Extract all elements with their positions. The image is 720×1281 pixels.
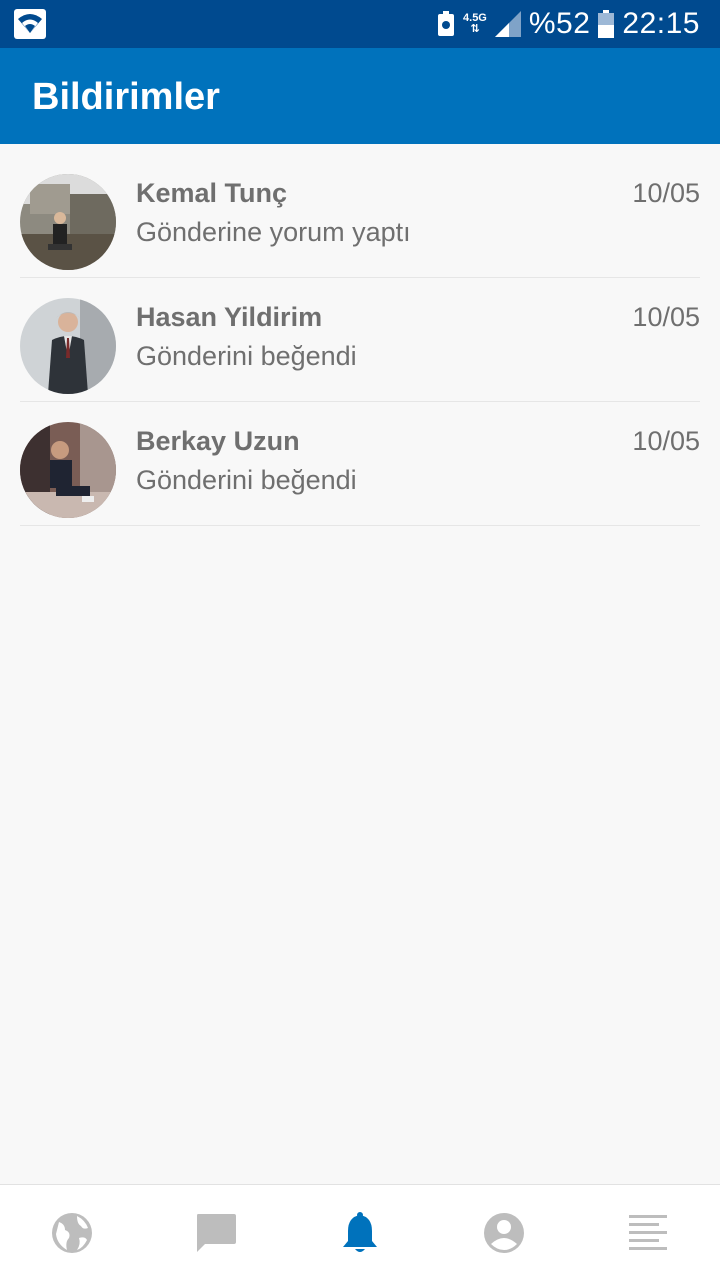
nav-menu[interactable] — [608, 1193, 688, 1273]
globe-icon — [52, 1213, 92, 1253]
account-icon — [484, 1213, 524, 1253]
battery-icon — [598, 10, 615, 38]
notification-list: Kemal Tunç Gönderine yorum yaptı 10/05 H… — [20, 154, 700, 526]
avatar — [20, 174, 116, 270]
nav-messages[interactable] — [176, 1193, 256, 1273]
signal-icon — [494, 11, 521, 37]
menu-lines-icon — [629, 1215, 667, 1250]
battery-saver-icon — [438, 11, 455, 36]
notification-item[interactable]: Hasan Yildirim Gönderini beğendi 10/05 — [20, 278, 700, 402]
notification-item[interactable]: Kemal Tunç Gönderine yorum yaptı 10/05 — [20, 154, 700, 278]
avatar — [20, 298, 116, 394]
notification-message: Gönderini beğendi — [136, 465, 357, 495]
status-bar: 4.5G ⇅ %52 22:15 — [0, 0, 720, 48]
nav-explore[interactable] — [32, 1193, 112, 1273]
nav-profile[interactable] — [464, 1193, 544, 1273]
nav-notifications[interactable] — [320, 1193, 400, 1273]
notification-name: Hasan Yildirim — [136, 302, 323, 332]
notification-message: Gönderini beğendi — [136, 341, 357, 371]
notification-message: Gönderine yorum yaptı — [136, 217, 411, 247]
notification-name: Berkay Uzun — [136, 426, 300, 456]
network-type: 4.5G ⇅ — [463, 12, 487, 35]
page-title: Bildirimler — [32, 76, 220, 118]
bell-icon — [343, 1212, 377, 1252]
avatar — [20, 422, 116, 518]
notification-name: Kemal Tunç — [136, 178, 288, 208]
battery-percent: %52 — [528, 7, 591, 40]
chat-icon — [197, 1214, 236, 1252]
notification-date: 10/05 — [632, 178, 700, 208]
wifi-icon — [14, 9, 46, 39]
clock: 22:15 — [622, 7, 700, 40]
notification-date: 10/05 — [632, 302, 700, 332]
bottom-navigation — [0, 1184, 720, 1281]
notification-item[interactable]: Berkay Uzun Gönderini beğendi 10/05 — [20, 402, 700, 526]
notification-date: 10/05 — [632, 426, 700, 456]
app-bar: Bildirimler — [0, 48, 720, 144]
